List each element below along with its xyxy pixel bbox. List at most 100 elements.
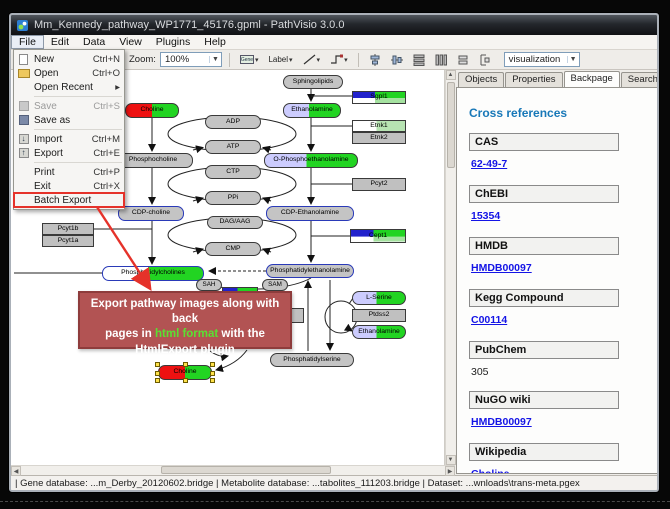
node-label: Ethanolamine [358,329,400,336]
node-choline-top[interactable]: Choline [125,103,179,118]
menu-item-import[interactable]: ↓ImportCtrl+M [14,132,124,146]
section-link[interactable]: 15354 [471,210,500,222]
desktop-pattern [0,501,670,502]
scroll-right-icon[interactable]: ▶ [445,466,455,476]
node-ethanolamine-top[interactable]: Ethanolamine [283,103,341,118]
selection-handle[interactable] [210,378,215,383]
scroll-down-icon[interactable]: ▼ [446,455,456,465]
datanode-tool-button[interactable]: Gene ▾ [237,52,262,68]
menu-item-print[interactable]: PrintCtrl+P [14,165,124,179]
toolbar-separator [358,53,359,67]
new-page-icon [17,54,30,65]
section-link[interactable]: HMDB00097 [471,416,532,428]
vertical-scrollbar[interactable]: ▲ ▼ [445,70,455,465]
menubar-item-help[interactable]: Help [197,35,233,49]
menubar-item-file[interactable]: File [11,35,44,49]
node-cdp-choline[interactable]: CDP-choline [118,206,184,221]
node-ptdss2[interactable]: Ptdss2 [352,309,406,322]
selection-handle[interactable] [183,378,188,383]
align-center-x-button[interactable] [366,52,384,68]
node-l-serine[interactable]: L-Serine [352,291,406,305]
node-dag[interactable]: DAG/AAG [207,216,263,229]
zoom-combobox[interactable]: 100% ▼ [160,52,222,67]
node-ethanolamine-bottom[interactable]: Ethanolamine [352,325,406,339]
node-pcyt2[interactable]: Pcyt2 [352,178,406,191]
node-phosphocholine[interactable]: Phosphocholine [113,153,193,168]
node-label: Phosphatidylcholines [121,270,185,277]
connector-tool-icon [330,54,343,65]
menu-shortcut: Ctrl+E [93,148,120,159]
section-link[interactable]: C00114 [471,314,507,326]
node-label: Choline [140,107,163,114]
node-o-phosphoethanolamine[interactable]: O-Phosphoethanolamine [264,153,358,168]
status-bar: | Gene database: ...m_Derby_20120602.bri… [11,475,657,490]
tab-objects[interactable]: Objects [458,72,504,87]
selection-handle[interactable] [155,362,160,367]
menu-item-export[interactable]: ↑ExportCtrl+E [14,146,124,160]
menu-item-exit[interactable]: ExitCtrl+X [14,179,124,193]
selection-handle[interactable] [210,371,215,376]
node-sah[interactable]: SAH [196,279,222,291]
node-ppi[interactable]: PPi [205,191,261,205]
connector-tool-button[interactable]: ▾ [327,52,351,68]
vertical-scroll-thumb[interactable] [447,82,455,168]
node-cept1[interactable]: Cept1 [350,229,406,243]
tab-backpage[interactable]: Backpage [564,71,620,87]
menubar-item-edit[interactable]: Edit [44,35,76,49]
node-etnk2[interactable]: Etnk2 [352,132,406,144]
menu-item-batch-export[interactable]: Batch Export [14,193,124,207]
distribute-horizontal-button[interactable] [410,52,428,68]
node-etnk1[interactable]: Etnk1 [352,120,406,132]
section-link[interactable]: 62-49-7 [471,158,507,170]
menubar-item-plugins[interactable]: Plugins [149,35,197,49]
status-text: | Gene database: ...m_Derby_20120602.bri… [15,478,580,489]
selection-handle[interactable] [210,362,215,367]
menubar-item-data[interactable]: Data [76,35,112,49]
section-link[interactable]: HMDB00097 [471,262,532,274]
align-center-y-button[interactable] [388,52,406,68]
label-tool-text: Label [268,55,288,64]
node-adp[interactable]: ADP [205,115,261,129]
node-ctp[interactable]: CTP [205,165,261,179]
stack-icon [457,54,469,66]
chevron-down-icon: ▾ [255,56,259,64]
distribute-vertical-button[interactable] [432,52,450,68]
tab-properties[interactable]: Properties [505,72,562,87]
menubar-item-view[interactable]: View [112,35,149,49]
tab-search[interactable]: Search [621,72,659,87]
node-pcyt1a[interactable]: Pcyt1a [42,235,94,247]
node-phosphatidylcholines[interactable]: Phosphatidylcholines [102,266,204,281]
node-sphingolipids[interactable]: Sphingolipids [283,75,343,89]
selection-handle[interactable] [183,362,188,367]
section-value: 305 [471,366,659,378]
open-folder-icon [17,68,30,79]
scroll-up-icon[interactable]: ▲ [446,70,456,80]
selection-handle[interactable] [155,378,160,383]
menu-item-open-recent[interactable]: Open Recent▸ [14,80,124,94]
chevron-down-icon: ▾ [317,56,321,64]
node-cdp-ethanolamine[interactable]: CDP-Ethanolamine [266,206,354,221]
zoom-label: Zoom: [129,54,156,65]
selection-handle[interactable] [155,371,160,376]
scroll-left-icon[interactable]: ◀ [11,466,21,476]
node-pcyt1b[interactable]: Pcyt1b [42,223,94,235]
layout-button[interactable] [476,52,494,68]
visualization-combobox[interactable]: visualization ▼ [504,52,580,67]
horizontal-scroll-thumb[interactable] [161,466,331,474]
label-tool-button[interactable]: Label ▾ [265,52,295,68]
menu-item-open[interactable]: OpenCtrl+O [14,66,124,80]
section-link[interactable]: Choline [471,468,510,474]
node-sgpl1[interactable]: Sgpl1 [352,91,406,104]
node-atp[interactable]: ATP [205,140,261,154]
menu-separator [34,129,122,130]
line-tool-button[interactable]: ▾ [300,52,324,68]
node-cmp[interactable]: CMP [205,242,261,256]
stack-button[interactable] [454,52,472,68]
horizontal-scrollbar[interactable]: ◀ ▶ [11,465,455,475]
menu-item-save-as[interactable]: Save as [14,113,124,127]
node-label: O-Phosphoethanolamine [273,157,348,164]
menu-item-new[interactable]: NewCtrl+N [14,52,124,66]
node-sam[interactable]: SAM [262,279,288,291]
node-phosphatidylethanolamine[interactable]: Phosphatidylethanolamine [266,264,354,278]
menu-item-save[interactable]: SaveCtrl+S [14,99,124,113]
